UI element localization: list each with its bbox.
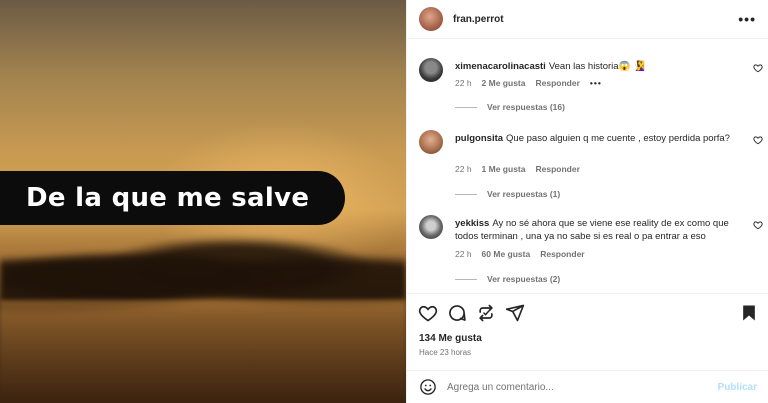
comment-likes[interactable]: 60 Me gusta xyxy=(482,249,531,259)
water-reflection xyxy=(0,300,406,403)
comment-like-heart-icon[interactable] xyxy=(753,220,763,230)
replies-divider xyxy=(455,193,477,195)
author-avatar[interactable] xyxy=(419,7,443,31)
send-icon[interactable] xyxy=(505,303,525,323)
heart-icon[interactable] xyxy=(418,303,438,323)
post-actions-bar xyxy=(407,293,768,333)
commenter-avatar[interactable] xyxy=(419,58,443,82)
commenter-avatar[interactable] xyxy=(419,215,443,239)
author-username[interactable]: fran.perrot xyxy=(453,14,504,25)
likes-total[interactable]: 134 Me gusta xyxy=(419,333,482,344)
bookmark-icon[interactable] xyxy=(739,303,759,323)
comment-meta: 22 h 60 Me gusta Responder xyxy=(455,249,585,259)
repost-icon[interactable] xyxy=(476,303,496,323)
comment-input[interactable] xyxy=(447,381,712,393)
replies-divider xyxy=(455,278,477,280)
emoji-icon[interactable] xyxy=(419,378,437,396)
comment-like-heart-icon[interactable] xyxy=(753,135,763,145)
comment-meta: 22 h 1 Me gusta Responder xyxy=(455,164,580,174)
comment-body: ximenacarolinacasti Vean las historia😱 🧏‍… xyxy=(455,60,740,73)
view-replies-label[interactable]: Ver respuestas (2) xyxy=(487,274,560,284)
media-caption-text: De la que me salve xyxy=(26,183,310,213)
commenter-username[interactable]: ximenacarolinacasti xyxy=(455,61,546,72)
comment-body: pulgonsita Que paso alguien q me cuente ,… xyxy=(455,132,740,145)
commenter-username[interactable]: pulgonsita xyxy=(455,133,503,144)
post-viewer: De la que me salve fran.perrot ••• ximen… xyxy=(0,0,768,403)
comment-likes[interactable]: 1 Me gusta xyxy=(482,164,526,174)
view-replies-label[interactable]: Ver respuestas (1) xyxy=(487,189,560,199)
view-replies-button[interactable]: Ver respuestas (1) xyxy=(455,189,560,199)
comment-text: Vean las historia😱 🧏‍♀️ xyxy=(548,61,645,72)
comment-time[interactable]: 22 h xyxy=(455,249,472,259)
post-header: fran.perrot ••• xyxy=(407,0,768,39)
comment-meta: 22 h 2 Me gusta Responder ••• xyxy=(455,78,602,88)
comment-icon[interactable] xyxy=(447,303,467,323)
comment-time[interactable]: 22 h xyxy=(455,78,472,88)
view-replies-button[interactable]: Ver respuestas (2) xyxy=(455,274,560,284)
commenter-avatar[interactable] xyxy=(419,130,443,154)
comment-time[interactable]: 22 h xyxy=(455,164,472,174)
comment-options-icon[interactable]: ••• xyxy=(590,78,602,88)
reply-button[interactable]: Responder xyxy=(535,164,579,174)
post-side-panel: fran.perrot ••• ximenacarolinacasti Vean … xyxy=(406,0,768,403)
reply-button[interactable]: Responder xyxy=(540,249,584,259)
reply-button[interactable]: Responder xyxy=(535,78,579,88)
replies-divider xyxy=(455,106,477,108)
comment-text: Que paso alguien q me cuente , estoy per… xyxy=(506,133,730,144)
post-media[interactable]: De la que me salve xyxy=(0,0,406,403)
comment-like-heart-icon[interactable] xyxy=(753,63,763,73)
comment-composer: Publicar xyxy=(407,370,768,403)
comment-body: yekkiss Ay no sé ahora que se viene ese r… xyxy=(455,217,740,243)
view-replies-label[interactable]: Ver respuestas (16) xyxy=(487,102,565,112)
publish-button[interactable]: Publicar xyxy=(718,382,757,393)
view-replies-button[interactable]: Ver respuestas (16) xyxy=(455,102,565,112)
commenter-username[interactable]: yekkiss xyxy=(455,218,489,229)
more-horizontal-icon[interactable]: ••• xyxy=(738,11,756,27)
comments-list: ximenacarolinacasti Vean las historia😱 🧏‍… xyxy=(407,40,768,290)
post-time[interactable]: Hace 23 horas xyxy=(419,348,471,357)
comment-text: Ay no sé ahora que se viene ese reality … xyxy=(455,218,729,242)
comment-likes[interactable]: 2 Me gusta xyxy=(482,78,526,88)
media-caption-pill: De la que me salve xyxy=(0,171,345,225)
